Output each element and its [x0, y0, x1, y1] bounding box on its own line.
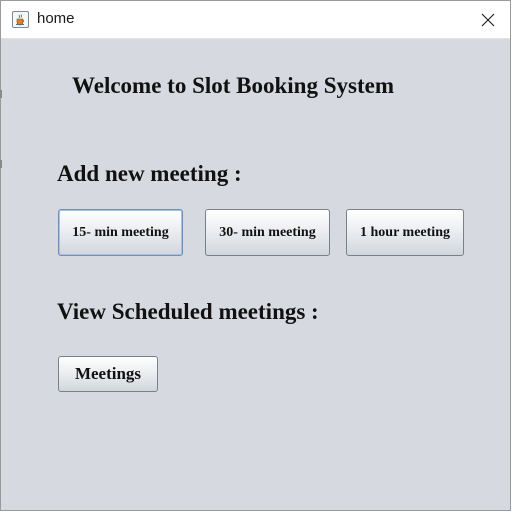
close-button[interactable]: [466, 1, 510, 38]
edge-artifact: [0, 90, 2, 98]
add-15-min-meeting-button[interactable]: 15- min meeting: [58, 209, 183, 256]
add-meeting-label: Add new meeting :: [57, 161, 242, 186]
add-1-hour-meeting-button[interactable]: 1 hour meeting: [346, 209, 464, 256]
edge-artifact: [0, 160, 2, 168]
title-bar[interactable]: home: [1, 1, 510, 39]
close-x-icon: [481, 13, 495, 26]
welcome-heading: Welcome to Slot Booking System: [72, 73, 394, 98]
java-cup-icon: [12, 11, 29, 28]
app-window: home Welcome to Slot Booking System Add …: [0, 0, 511, 511]
add-30-min-meeting-button[interactable]: 30- min meeting: [205, 209, 330, 256]
window-title: home: [37, 10, 75, 27]
view-scheduled-label: View Scheduled meetings :: [57, 299, 319, 324]
meetings-button[interactable]: Meetings: [58, 356, 158, 392]
content-panel: Welcome to Slot Booking System Add new m…: [1, 39, 510, 510]
